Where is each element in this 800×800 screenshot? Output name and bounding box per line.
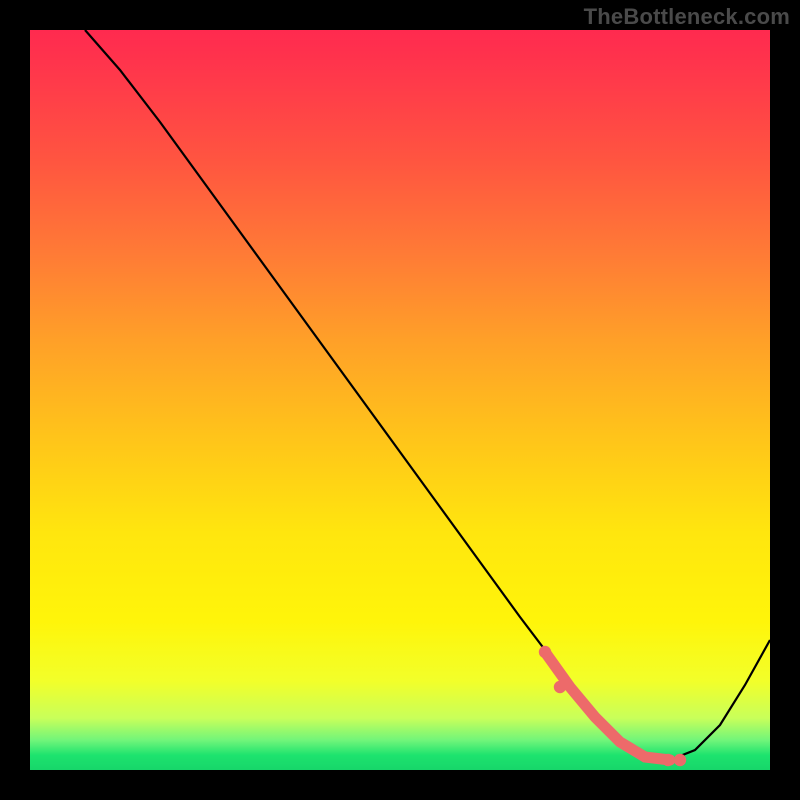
highlight-dot (539, 646, 551, 658)
plot-area (30, 30, 770, 770)
watermark-text: TheBottleneck.com (584, 4, 790, 30)
highlight-dot (554, 681, 566, 693)
main-curve-path (85, 30, 770, 760)
curve-svg (30, 30, 770, 770)
highlight-dot (662, 754, 674, 766)
chart-frame: TheBottleneck.com (0, 0, 800, 800)
highlight-dot (674, 754, 686, 766)
valley-highlight-dots (539, 646, 686, 766)
valley-highlight (545, 652, 670, 760)
